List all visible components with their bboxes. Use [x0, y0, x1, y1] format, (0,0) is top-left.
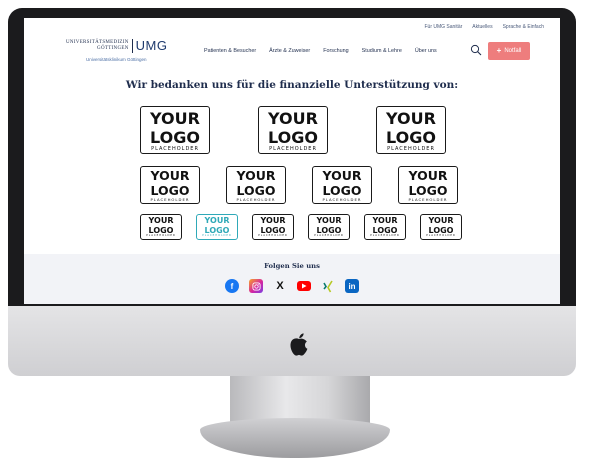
- linkedin-icon[interactable]: in: [345, 279, 359, 293]
- sponsor-logo[interactable]: YOUR LOGO PLACEHOLDER: [258, 106, 328, 154]
- youtube-icon[interactable]: [297, 281, 311, 291]
- follow-heading: Folgen Sie uns: [264, 262, 320, 270]
- logo-subtitle: Universitätsklinikum Göttingen: [86, 57, 147, 62]
- sponsor-logo[interactable]: YOUR LOGO PLACEHOLDER: [312, 166, 372, 204]
- top-link-sprache[interactable]: Sprache & Einfach: [503, 24, 544, 30]
- logo-divider: [131, 38, 133, 53]
- notfall-label: Notfall: [504, 48, 522, 54]
- facebook-icon[interactable]: f: [225, 279, 239, 293]
- xing-icon[interactable]: [321, 279, 335, 293]
- sponsor-logo-hovered[interactable]: YOUR LOGO PLACEHOLDER: [196, 214, 238, 240]
- sponsor-logo[interactable]: YOUR LOGO PLACEHOLDER: [398, 166, 458, 204]
- sponsors-heading: Wir bedanken uns für die finanzielle Unt…: [125, 79, 459, 91]
- utility-links: Für UMG Sanitär Aktuelles Sprache & Einf…: [424, 24, 544, 30]
- instagram-icon[interactable]: [249, 279, 263, 293]
- site-footer: Folgen Sie uns f X in: [24, 254, 560, 304]
- sponsor-logo[interactable]: YOUR LOGO PLACEHOLDER: [226, 166, 286, 204]
- university-name: UNIVERSITÄTSMEDIZIN GÖTTINGEN: [66, 39, 129, 51]
- nav-item-studium[interactable]: Studium & Lehre: [362, 48, 402, 54]
- sponsor-logo[interactable]: YOUR LOGO PLACEHOLDER: [420, 214, 462, 240]
- sponsor-logo[interactable]: YOUR LOGO PLACEHOLDER: [376, 106, 446, 154]
- imac-stand-base: [200, 418, 390, 458]
- nav-item-forschung[interactable]: Forschung: [323, 48, 348, 54]
- plus-icon: +: [496, 46, 502, 55]
- nav-item-patienten[interactable]: Patienten & Besucher: [204, 48, 256, 54]
- website-screen: Für UMG Sanitär Aktuelles Sprache & Einf…: [24, 18, 560, 304]
- top-link-sanitaer[interactable]: Für UMG Sanitär: [424, 24, 462, 30]
- social-links: f X in: [24, 279, 560, 293]
- sponsor-logo[interactable]: YOUR LOGO PLACEHOLDER: [364, 214, 406, 240]
- sponsor-logo[interactable]: YOUR LOGO PLACEHOLDER: [140, 214, 182, 240]
- apple-logo-icon: [290, 333, 308, 356]
- imac-stand-neck: [230, 376, 370, 424]
- nav-item-aerzte[interactable]: Ärzte & Zuweiser: [269, 48, 310, 54]
- search-icon[interactable]: [470, 44, 482, 56]
- sponsor-logo[interactable]: YOUR LOGO PLACEHOLDER: [140, 106, 210, 154]
- sponsor-logo[interactable]: YOUR LOGO PLACEHOLDER: [308, 214, 350, 240]
- main-nav: Patienten & Besucher Ärzte & Zuweiser Fo…: [204, 48, 437, 54]
- sponsor-logo[interactable]: YOUR LOGO PLACEHOLDER: [140, 166, 200, 204]
- notfall-button[interactable]: + Notfall: [488, 42, 530, 60]
- nav-item-ueber-uns[interactable]: Über uns: [415, 48, 437, 54]
- umg-brand: UMG: [135, 38, 168, 53]
- sponsor-logo[interactable]: YOUR LOGO PLACEHOLDER: [252, 214, 294, 240]
- umg-logo[interactable]: UNIVERSITÄTSMEDIZIN GÖTTINGEN UMG: [66, 38, 167, 53]
- x-icon[interactable]: X: [273, 279, 287, 293]
- top-link-aktuelles[interactable]: Aktuelles: [472, 24, 492, 30]
